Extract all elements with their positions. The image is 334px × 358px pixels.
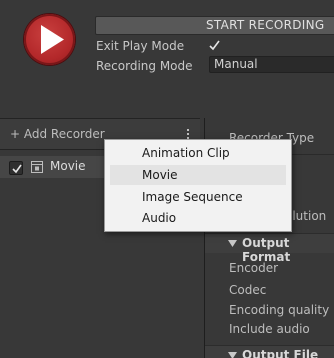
output-file-section-header[interactable]: Output File: [205, 345, 334, 358]
recording-mode-label: Recording Mode: [96, 59, 193, 73]
recording-mode-dropdown[interactable]: Manual: [209, 56, 334, 73]
output-format-title: Output Format: [242, 236, 291, 264]
start-recording-button[interactable]: START RECORDING: [95, 16, 334, 35]
recorder-controls: START RECORDING Exit Play Mode Recording…: [0, 0, 334, 118]
checkmark-icon: [12, 164, 22, 174]
triangle-down-icon: [228, 352, 237, 358]
exit-play-mode-label: Exit Play Mode: [96, 39, 185, 53]
menu-item-audio[interactable]: Audio: [110, 208, 286, 228]
encoding-quality-label: Encoding quality: [229, 303, 330, 317]
menu-item-animation-clip[interactable]: Animation Clip: [110, 143, 286, 163]
triangle-down-icon: [228, 240, 237, 247]
output-file-title: Output File: [242, 348, 319, 358]
codec-label: Codec: [229, 283, 267, 297]
checkmark-icon: [209, 40, 220, 51]
play-triangle-icon: [41, 25, 64, 54]
record-button[interactable]: [24, 14, 75, 65]
recorder-window: START RECORDING Exit Play Mode Recording…: [0, 0, 334, 358]
recorder-item-label: Movie: [50, 159, 86, 173]
exit-play-mode-checkbox[interactable]: [208, 39, 221, 52]
add-recorder-button[interactable]: + Add Recorder: [10, 127, 105, 141]
output-format-section-header[interactable]: Output Format: [205, 233, 334, 264]
add-recorder-menu: Animation Clip Movie Image Sequence Audi…: [104, 139, 292, 232]
menu-item-movie[interactable]: Movie: [110, 165, 286, 185]
movie-clapper-icon: [31, 161, 43, 173]
include-audio-label: Include audio: [229, 322, 310, 336]
recorder-enabled-checkbox[interactable]: [9, 161, 23, 175]
menu-item-image-sequence[interactable]: Image Sequence: [110, 187, 286, 207]
encoder-label: Encoder: [229, 261, 279, 275]
